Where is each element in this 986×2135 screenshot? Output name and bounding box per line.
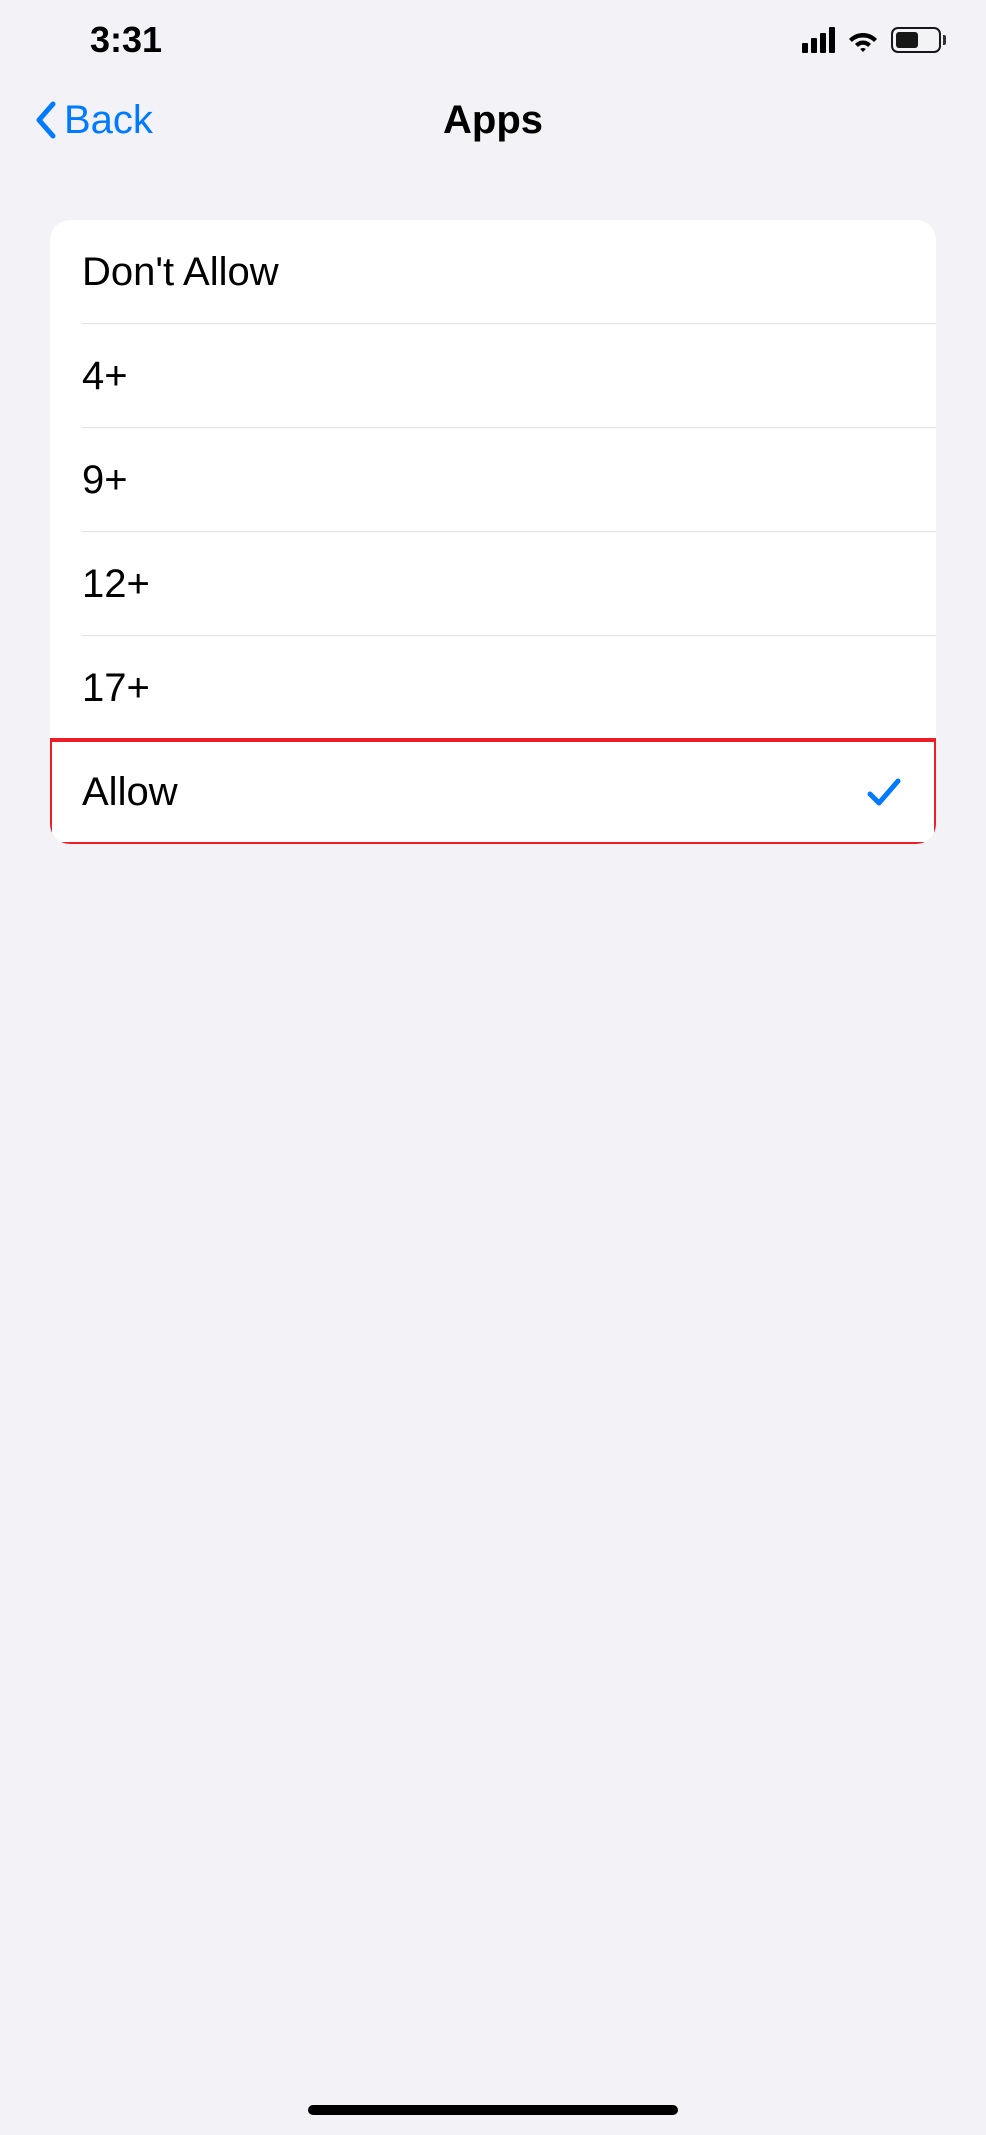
option-label: 17+ [82, 666, 150, 711]
battery-icon [891, 27, 946, 53]
checkmark-icon [864, 772, 904, 812]
option-label: 4+ [82, 354, 128, 399]
option-label: 9+ [82, 458, 128, 503]
options-list: Don't Allow 4+ 9+ 12+ 17+ Allow [50, 220, 936, 844]
wifi-icon [847, 28, 879, 52]
option-label: Don't Allow [82, 250, 279, 295]
option-label: Allow [82, 770, 178, 815]
home-indicator[interactable] [308, 2105, 678, 2115]
chevron-left-icon [30, 100, 60, 140]
back-label: Back [64, 98, 153, 143]
option-row[interactable]: 9+ [50, 428, 936, 532]
status-time: 3:31 [90, 19, 162, 61]
nav-bar: Back Apps [0, 70, 986, 170]
status-bar: 3:31 [0, 0, 986, 70]
option-row[interactable]: 17+ [50, 636, 936, 740]
status-indicators [802, 27, 946, 53]
back-button[interactable]: Back [30, 98, 153, 143]
cellular-signal-icon [802, 27, 835, 53]
option-row[interactable]: Don't Allow [50, 220, 936, 324]
option-label: 12+ [82, 562, 150, 607]
option-row[interactable]: Allow [50, 740, 936, 844]
page-title: Apps [443, 98, 543, 143]
option-row[interactable]: 4+ [50, 324, 936, 428]
option-row[interactable]: 12+ [50, 532, 936, 636]
